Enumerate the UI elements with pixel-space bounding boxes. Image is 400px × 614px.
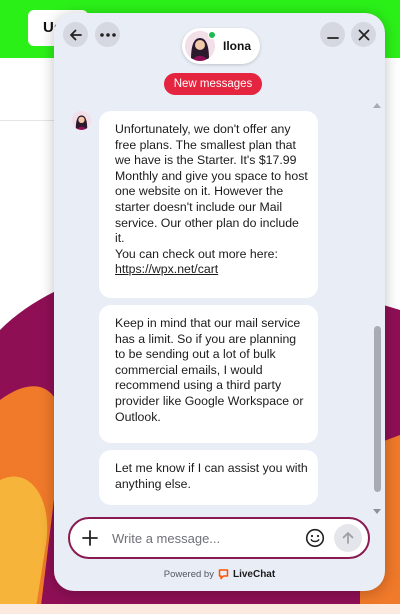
message-scrollbar[interactable]: [372, 103, 382, 517]
emoji-button[interactable]: [303, 526, 327, 550]
new-messages-badge[interactable]: New messages: [164, 73, 262, 95]
emoji-icon: [305, 528, 325, 548]
back-button[interactable]: [63, 22, 88, 47]
close-icon: [358, 29, 369, 40]
arrow-up-icon: [342, 532, 354, 544]
livechat-logo-icon: [218, 569, 229, 580]
powered-by-footer: Powered by LiveChat: [54, 569, 385, 580]
message-text: Let me know if I can assist you with any…: [115, 461, 308, 491]
agent-info: Ilona: [182, 28, 260, 64]
message-text: Unfortunately, we don't offer any free p…: [115, 122, 308, 261]
scroll-down-arrow[interactable]: [373, 509, 381, 514]
message-text: Keep in mind that our mail service has a…: [115, 316, 304, 424]
close-button[interactable]: [351, 22, 376, 47]
more-horizontal-icon: [99, 32, 116, 37]
message-bubble: Let me know if I can assist you with any…: [99, 450, 318, 505]
plus-icon: [82, 530, 98, 546]
minimize-button[interactable]: [320, 22, 345, 47]
livechat-brand-link[interactable]: LiveChat: [233, 569, 275, 580]
website-footer-strip: [0, 604, 400, 614]
message-avatar: [72, 111, 91, 130]
minimize-icon: [326, 36, 339, 39]
website-divider: [0, 120, 60, 121]
chat-widget: Ilona New messages Unfortunately, we don…: [54, 13, 385, 591]
add-attachment-button[interactable]: [78, 526, 102, 550]
message-input[interactable]: [112, 528, 297, 548]
powered-by-text: Powered by: [163, 569, 214, 580]
arrow-left-icon: [69, 29, 82, 40]
message-link[interactable]: https://wpx.net/cart: [115, 262, 218, 276]
scroll-up-arrow[interactable]: [373, 103, 381, 108]
message-composer: [68, 517, 370, 559]
message-bubble: Keep in mind that our mail service has a…: [99, 305, 318, 443]
more-options-button[interactable]: [95, 22, 120, 47]
send-button[interactable]: [334, 524, 362, 552]
message-bubble: Unfortunately, we don't offer any free p…: [99, 111, 318, 298]
agent-name: Ilona: [223, 39, 252, 53]
online-status-indicator: [208, 31, 216, 39]
scrollbar-thumb[interactable]: [374, 326, 381, 492]
agent-avatar: [185, 31, 216, 61]
